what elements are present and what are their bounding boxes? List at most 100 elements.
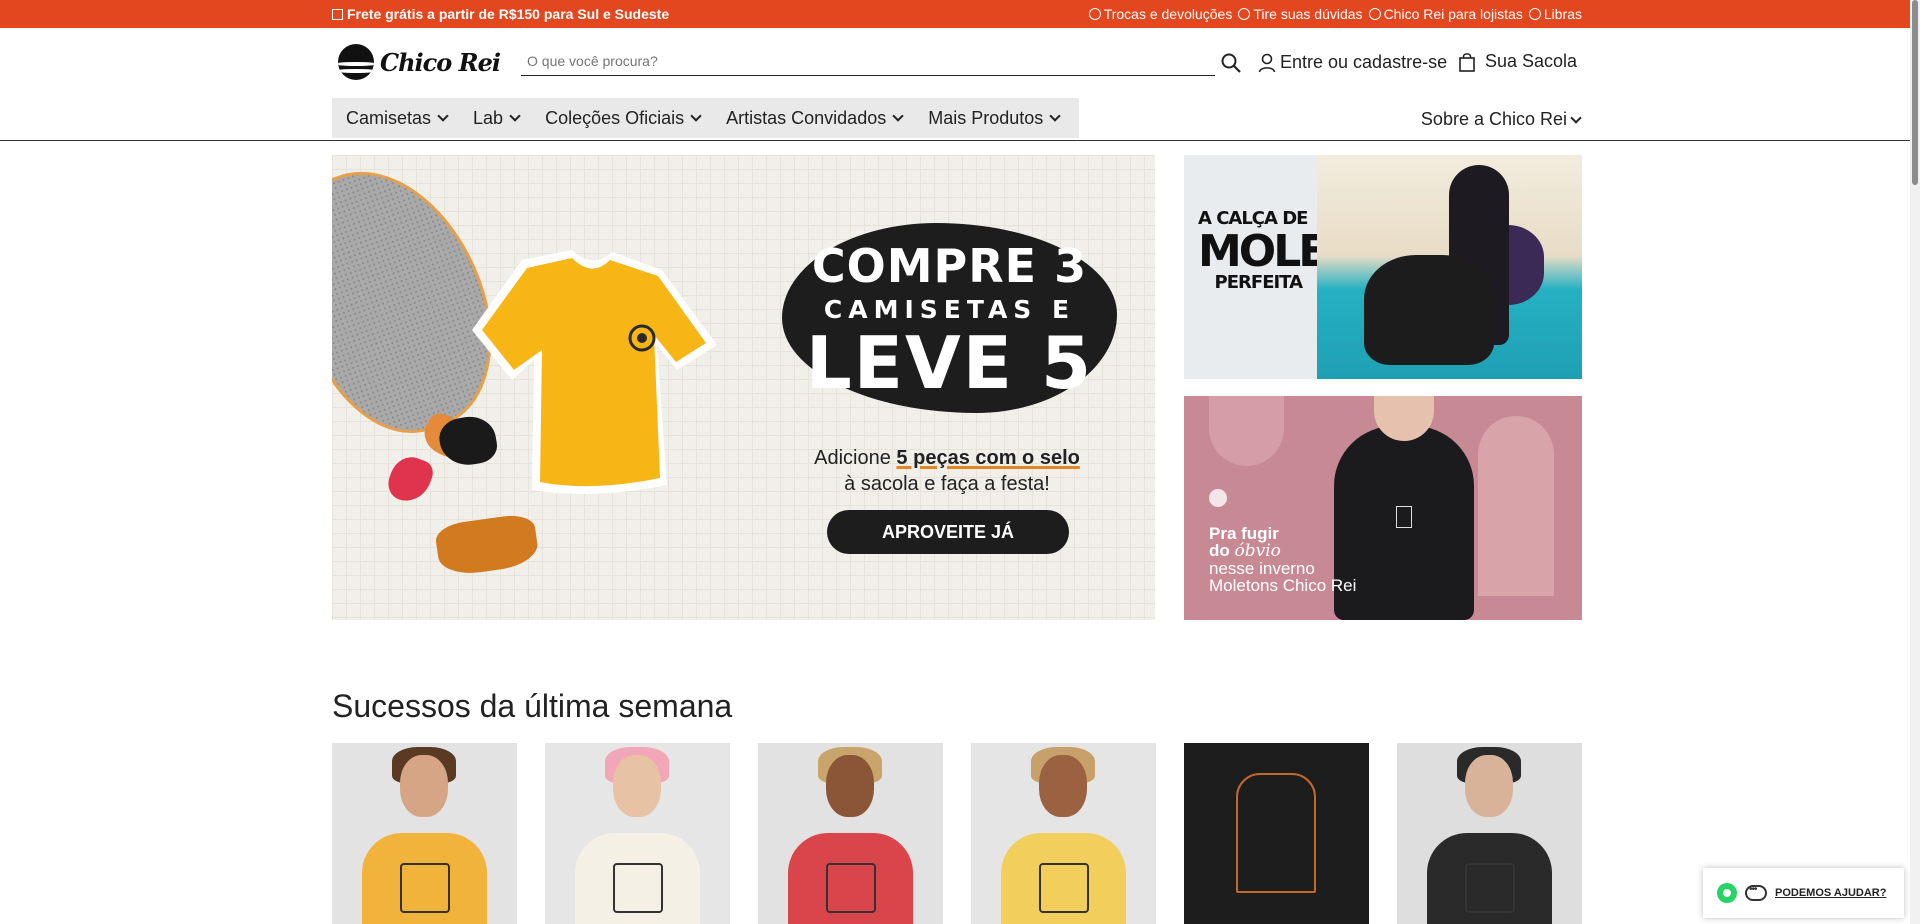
top-link-libras-label: Libras (1543, 6, 1582, 22)
banner-title: A CALÇA DE MOLETOM PERFEITA (1198, 210, 1431, 293)
moletons-banner[interactable]: Pra fugir do óbvio nesse inverno Moleton… (1184, 396, 1582, 620)
model-head (613, 755, 661, 817)
product-card[interactable] (1397, 743, 1582, 924)
section-title: Sucessos da última semana (332, 688, 733, 724)
site-header: Chico Rei Entre ou cadastre-se Sua Sacol… (0, 28, 1920, 96)
promo-bar: Frete grátis a partir de R$150 para Sul … (0, 0, 1920, 28)
promo-description-prefix: Adicione (814, 447, 897, 469)
banner-text-line-1: Pra fugir (1209, 524, 1279, 543)
nav-item-colecoes[interactable]: Coleções Oficiais (535, 108, 710, 129)
yellow-tshirt-image (472, 250, 717, 494)
account-link[interactable]: Entre ou cadastre-se (1258, 52, 1447, 73)
model-head (1465, 755, 1513, 817)
help-icon (1238, 8, 1251, 20)
nav-item-label: Sobre a Chico Rei (1420, 109, 1567, 129)
search-input[interactable] (521, 48, 1215, 74)
banner-text: Pra fugir do óbvio nesse inverno Moleton… (1209, 525, 1356, 594)
user-icon (1258, 53, 1276, 72)
nav-item-artistas[interactable]: Artistas Convidados (716, 108, 912, 129)
chevron-down-icon (690, 110, 702, 122)
shirt-print (1039, 863, 1089, 913)
banner-text-line-3: nesse inverno (1209, 559, 1315, 578)
box-icon (332, 8, 343, 20)
banner-text-prefix: do (1209, 541, 1235, 560)
banner-text-line-4: Moletons Chico Rei (1209, 576, 1357, 595)
bag-icon (1459, 52, 1475, 72)
shirt-print (1236, 773, 1316, 893)
top-link-retailers-label: Chico Rei para lojistas (1383, 6, 1523, 22)
shirt-print (826, 863, 876, 913)
promo-line-1: COMPRE 3 (811, 239, 1088, 293)
model-head (1039, 755, 1087, 817)
shirt-print (1465, 863, 1515, 913)
help-chat-label: PODEMOS AJUDAR? (1775, 887, 1887, 899)
promo-blob: COMPRE 3 CAMISETAS E LEVE 5 (782, 223, 1117, 413)
nav-item-label: Mais Produtos (928, 107, 1044, 128)
top-link-libras[interactable]: Libras (1528, 6, 1582, 22)
whatsapp-icon (1717, 883, 1737, 903)
page-scrollbar[interactable] (1910, 0, 1920, 924)
product-card[interactable] (545, 743, 730, 924)
promo-description: Adicione 5 peças com o selo à sacola e f… (777, 445, 1117, 497)
top-link-retailers[interactable]: Chico Rei para lojistas (1368, 6, 1523, 22)
top-link-exchanges[interactable]: Trocas e devoluções (1088, 6, 1233, 22)
chevron-down-icon (1049, 110, 1061, 122)
promo-line-2: CAMISETAS E (823, 295, 1076, 324)
bag-link[interactable]: Sua Sacola (1459, 51, 1577, 72)
logo-icon (338, 44, 374, 80)
product-card[interactable] (758, 743, 943, 924)
nav-item-label: Artistas Convidados (726, 107, 887, 128)
nav-item-camisetas[interactable]: Camisetas (336, 108, 457, 129)
search-icon[interactable] (1220, 52, 1242, 74)
banner-title-line-3: PERFEITA (1214, 272, 1303, 293)
model-figure (1364, 255, 1494, 365)
shirt-scrap (433, 512, 541, 578)
moletom-pants-banner[interactable]: A CALÇA DE MOLETOM PERFEITA (1184, 155, 1582, 379)
decor-arch (1478, 416, 1554, 596)
logo[interactable]: Chico Rei (338, 44, 501, 80)
shirt-print (613, 863, 663, 913)
product-card[interactable] (1184, 743, 1369, 924)
top-link-help-label: Tire suas dúvidas (1253, 6, 1363, 22)
category-menu: Camisetas Lab Coleções Oficiais Artistas… (332, 98, 1080, 138)
hero-banner[interactable]: COMPRE 3 CAMISETAS E LEVE 5 Adicione 5 p… (332, 155, 1155, 620)
promo-description-suffix: à sacola e faça a festa! (844, 473, 1050, 495)
chevron-down-icon (1570, 111, 1582, 124)
top-links: Trocas e devoluções Tire suas dúvidas Ch… (1088, 6, 1582, 22)
nav-item-sobre[interactable]: Sobre a Chico Rei (1420, 109, 1582, 130)
nav-item-label: Lab (473, 107, 504, 128)
shirt-scrap (383, 451, 437, 508)
main-nav: Camisetas Lab Coleções Oficiais Artistas… (0, 96, 1920, 141)
hoodie-print (1396, 506, 1412, 528)
hand-icon (1528, 8, 1541, 20)
product-list (332, 743, 1583, 924)
product-card[interactable] (332, 743, 517, 924)
chevron-down-icon (892, 110, 904, 122)
model-head (826, 755, 874, 817)
shipping-promo-text: Frete grátis a partir de R$150 para Sul … (347, 6, 670, 22)
chevron-down-icon (437, 110, 449, 122)
help-chat-widget[interactable]: PODEMOS AJUDAR? (1703, 868, 1904, 918)
banner-title-line-2: MOLETOM (1198, 226, 1431, 277)
brand-logo-icon (1209, 489, 1227, 507)
aproveite-button[interactable]: APROVEITE JÁ (827, 510, 1069, 554)
shirt-print (400, 863, 450, 913)
decor-arch (1209, 396, 1284, 466)
top-link-help[interactable]: Tire suas dúvidas (1238, 6, 1363, 22)
banner-text-line-2: do óbvio (1209, 542, 1356, 560)
promo-description-highlight: 5 peças com o selo (896, 447, 1080, 469)
shipping-promo: Frete grátis a partir de R$150 para Sul … (332, 6, 669, 22)
chat-bubble-icon (1745, 884, 1767, 901)
top-link-exchanges-label: Trocas e devoluções (1103, 6, 1233, 22)
nav-item-mais-produtos[interactable]: Mais Produtos (918, 108, 1069, 129)
product-card[interactable] (971, 743, 1156, 924)
nav-item-lab[interactable]: Lab (463, 108, 529, 129)
scrollbar-thumb[interactable] (1912, 0, 1918, 185)
nav-item-label: Camisetas (346, 107, 432, 128)
exchange-icon (1088, 8, 1101, 20)
model-head (400, 755, 448, 817)
search-bar (521, 48, 1215, 76)
account-label: Entre ou cadastre-se (1280, 52, 1448, 72)
logo-text: Chico Rei (380, 47, 501, 77)
nav-item-label: Coleções Oficiais (545, 107, 685, 128)
